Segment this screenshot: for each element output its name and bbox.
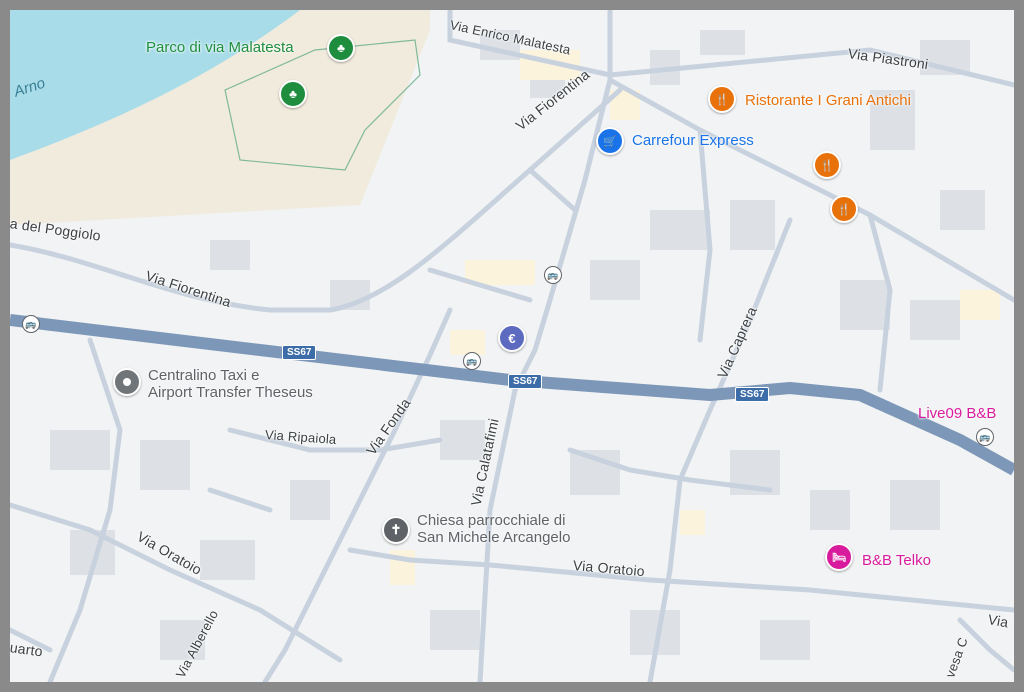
poi-label-parco[interactable]: Parco di via Malatesta [146, 39, 294, 57]
poi-label-taxi-line1: Centralino Taxi e [148, 367, 260, 384]
poi-label-taxi[interactable]: Centralino Taxi e Airport Transfer These… [148, 367, 313, 401]
tree-icon[interactable]: ♣ [279, 80, 307, 108]
restaurant-icon[interactable]: 🍴 [708, 85, 736, 113]
poi-label-live09[interactable]: Live09 B&B [918, 405, 996, 423]
road-shield-ss67: SS67 [508, 374, 543, 389]
poi-label-ristorante[interactable]: Ristorante I Grani Antichi [745, 92, 911, 110]
tree-icon[interactable]: ♣ [327, 34, 355, 62]
poi-label-chiesa-line2: San Michele Arcangelo [417, 528, 571, 546]
euro-atm-icon[interactable]: € [498, 324, 526, 352]
road-shield-ss67: SS67 [282, 345, 317, 360]
church-cross-icon[interactable]: ✝ [382, 516, 410, 544]
map-view[interactable]: Arno Via Enrico Malatesta Via Piastroni … [10, 10, 1014, 682]
poi-label-carrefour[interactable]: Carrefour Express [632, 132, 754, 150]
road-shield-ss67: SS67 [735, 387, 770, 402]
poi-label-chiesa-line1: Chiesa parrocchiale di [417, 512, 566, 529]
restaurant-icon[interactable]: 🍴 [813, 151, 841, 179]
location-pin-icon[interactable] [113, 368, 141, 396]
bus-stop-icon[interactable]: 🚌 [463, 352, 481, 370]
bed-icon[interactable]: 🛏 [825, 543, 853, 571]
restaurant-icon[interactable]: 🍴 [830, 195, 858, 223]
bus-stop-icon[interactable]: 🚌 [22, 315, 40, 333]
poi-label-telko[interactable]: B&B Telko [862, 552, 931, 570]
shopping-cart-icon[interactable]: 🛒 [596, 127, 624, 155]
street-label-via-right: Via [986, 611, 1010, 631]
poi-label-chiesa[interactable]: Chiesa parrocchiale di San Michele Arcan… [417, 512, 571, 546]
bus-stop-icon[interactable]: 🚌 [544, 266, 562, 284]
poi-label-taxi-line2: Airport Transfer Theseus [148, 383, 313, 401]
bus-stop-icon[interactable]: 🚌 [976, 428, 994, 446]
